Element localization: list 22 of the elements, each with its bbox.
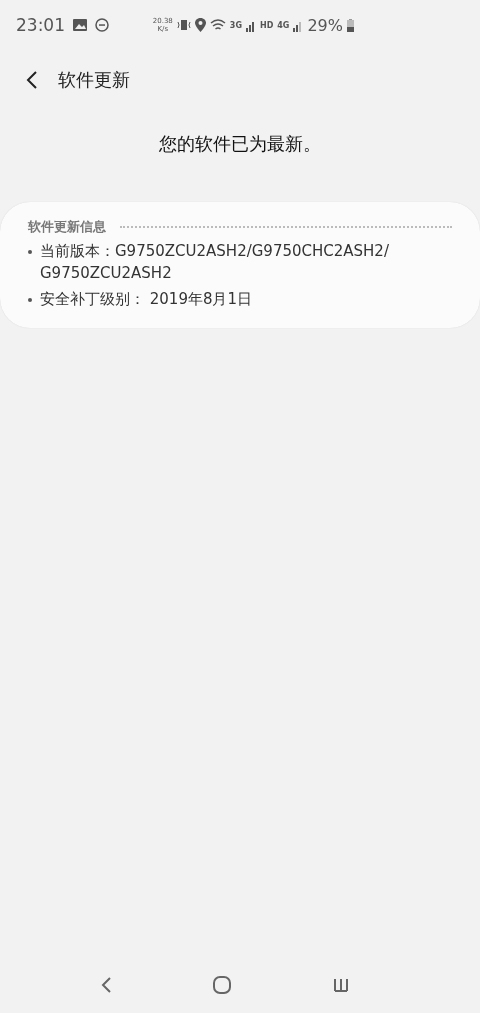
back-icon[interactable] — [26, 70, 38, 90]
home-nav-icon[interactable] — [212, 975, 232, 995]
status-time: 23:01 — [16, 15, 65, 35]
recents-nav-icon[interactable] — [332, 976, 350, 994]
info-text: 当前版本：G9750ZCU2ASH2/G9750CHC2ASH2/ G9750ZCU2ASH2 — [40, 241, 390, 284]
vibrate-icon — [176, 18, 191, 32]
battery-icon — [347, 18, 354, 32]
info-text: 安全补丁级别： 2019年8月1日 — [40, 289, 254, 310]
wifi-icon — [209, 18, 226, 32]
battery-percent: 29% — [307, 15, 343, 35]
page-title: 软件更新 — [58, 68, 130, 92]
status-message: 您的软件已为最新。 — [158, 132, 322, 156]
hd-label: HD — [259, 20, 274, 30]
location-icon — [194, 18, 206, 32]
image-icon — [73, 19, 87, 31]
bullet-icon — [28, 298, 32, 302]
network-type: 4G — [277, 20, 290, 30]
do-not-disturb-icon — [95, 18, 109, 32]
bullet-icon — [28, 250, 32, 254]
back-nav-icon[interactable] — [100, 975, 112, 995]
network-type: 3G — [229, 20, 242, 30]
card-heading: 软件更新信息 — [28, 218, 106, 236]
